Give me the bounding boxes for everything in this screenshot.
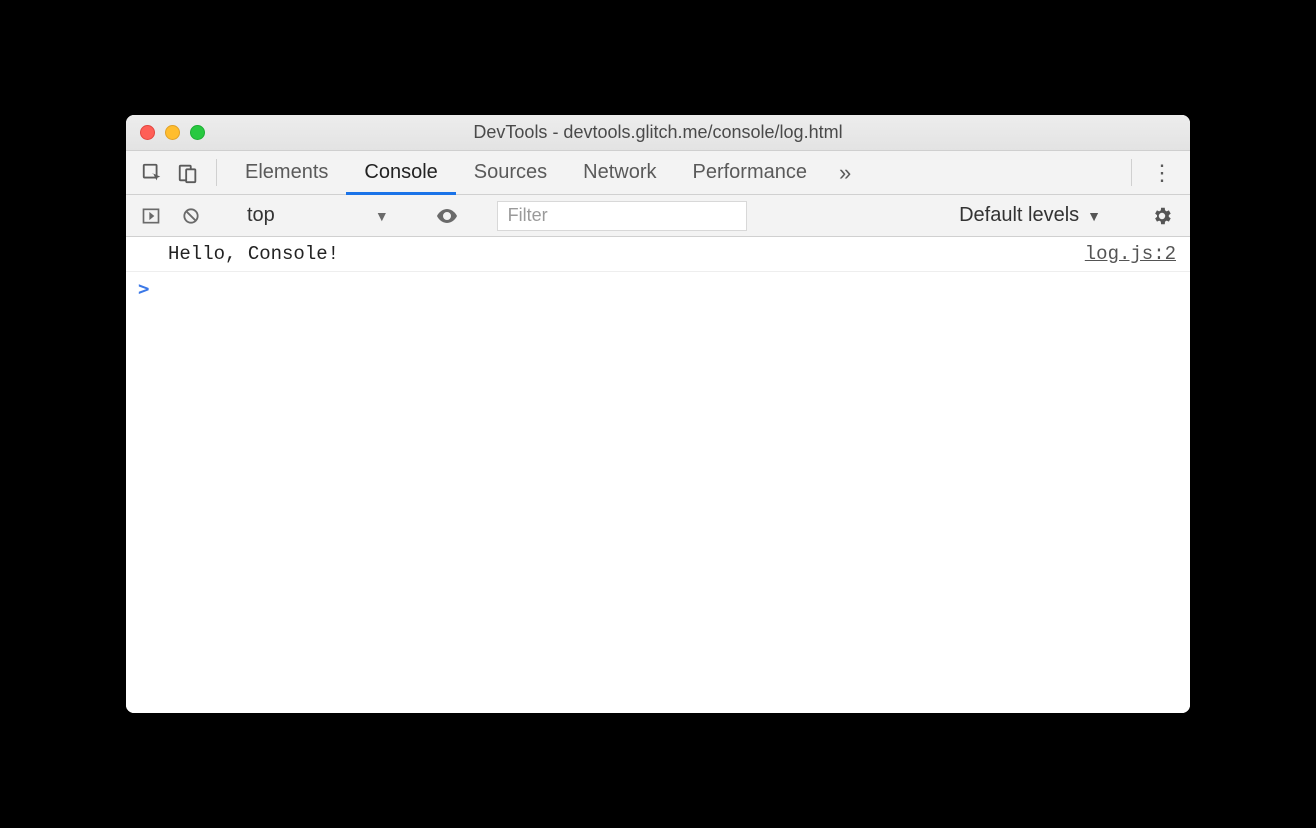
devtools-menu-icon[interactable]: ⋮ — [1142, 151, 1182, 194]
inspect-element-icon[interactable] — [134, 151, 170, 194]
log-source-link[interactable]: log.js:2 — [1085, 243, 1176, 265]
levels-label: Default levels — [959, 204, 1079, 227]
prompt-chevron-icon: > — [138, 278, 149, 300]
context-selector[interactable]: top ▼ — [241, 204, 397, 227]
device-toolbar-icon[interactable] — [170, 151, 206, 194]
zoom-window-button[interactable] — [190, 125, 205, 140]
tab-network[interactable]: Network — [565, 151, 674, 194]
tab-console[interactable]: Console — [346, 151, 455, 194]
tab-label: Console — [364, 161, 437, 184]
log-levels-selector[interactable]: Default levels ▼ — [951, 204, 1109, 227]
log-message-text: Hello, Console! — [168, 243, 339, 265]
window-title: DevTools - devtools.glitch.me/console/lo… — [126, 122, 1190, 143]
dropdown-icon: ▼ — [1087, 208, 1101, 224]
more-tabs-icon[interactable]: » — [825, 151, 865, 194]
tab-label: Performance — [693, 161, 808, 184]
separator — [216, 159, 217, 186]
tab-elements[interactable]: Elements — [227, 151, 346, 194]
console-toolbar: top ▼ Default levels ▼ — [126, 195, 1190, 237]
separator — [1131, 159, 1132, 186]
close-window-button[interactable] — [140, 125, 155, 140]
dropdown-icon: ▼ — [375, 208, 389, 224]
console-settings-icon[interactable] — [1142, 205, 1182, 227]
log-message-row: Hello, Console! log.js:2 — [126, 237, 1190, 272]
toggle-sidebar-icon[interactable] — [134, 206, 168, 226]
tab-sources[interactable]: Sources — [456, 151, 565, 194]
panel-tabs: Elements Console Sources Network Perform… — [227, 151, 825, 194]
context-label: top — [247, 204, 275, 227]
tab-label: Network — [583, 161, 656, 184]
console-output: Hello, Console! log.js:2 > — [126, 237, 1190, 713]
tab-label: Elements — [245, 161, 328, 184]
titlebar: DevTools - devtools.glitch.me/console/lo… — [126, 115, 1190, 151]
console-prompt[interactable]: > — [126, 272, 1190, 306]
filter-input[interactable] — [497, 201, 747, 231]
minimize-window-button[interactable] — [165, 125, 180, 140]
tab-label: Sources — [474, 161, 547, 184]
devtools-window: DevTools - devtools.glitch.me/console/lo… — [126, 115, 1190, 713]
live-expression-icon[interactable] — [430, 204, 464, 228]
tab-performance[interactable]: Performance — [675, 151, 826, 194]
panel-tabbar: Elements Console Sources Network Perform… — [126, 151, 1190, 195]
clear-console-icon[interactable] — [174, 206, 208, 226]
traffic-lights — [126, 125, 205, 140]
